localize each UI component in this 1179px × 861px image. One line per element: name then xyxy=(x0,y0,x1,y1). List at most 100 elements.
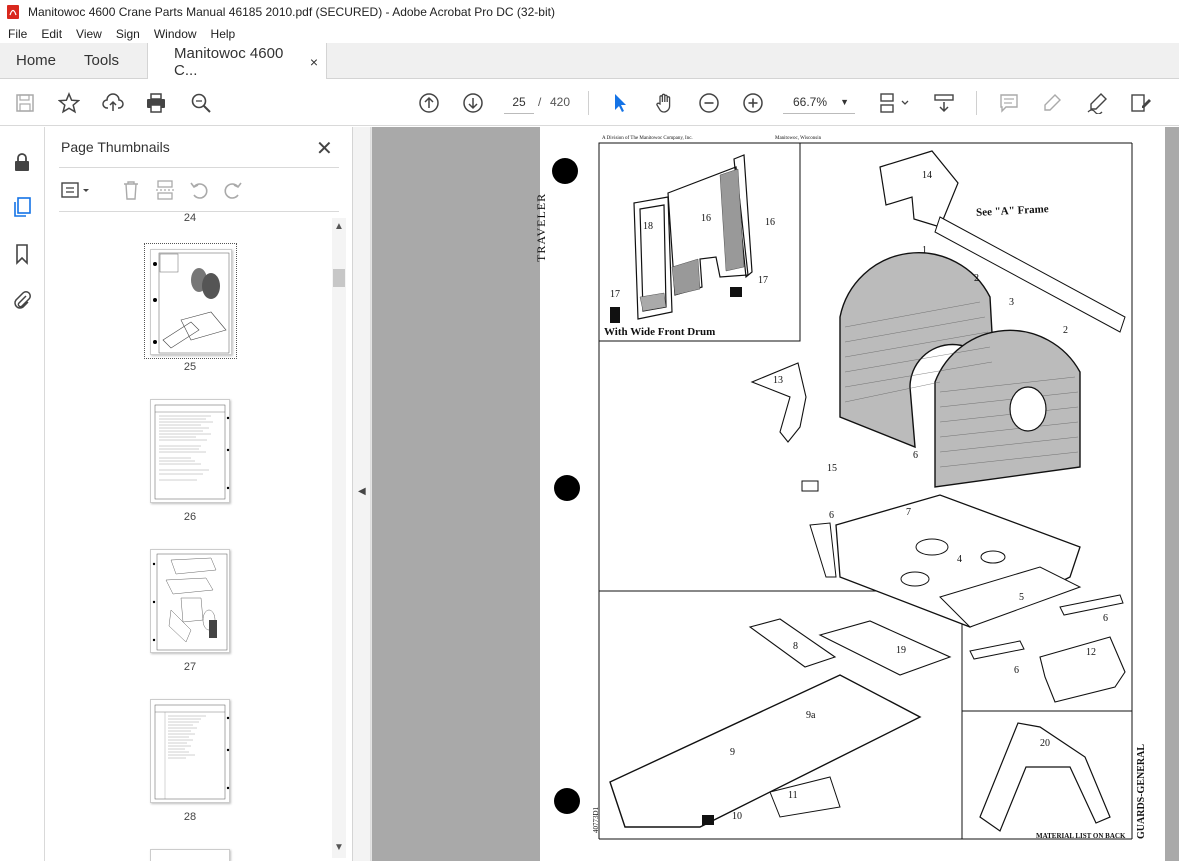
callout-10: 10 xyxy=(732,811,742,822)
thumbnail-page-26[interactable] xyxy=(150,399,230,503)
callout-18: 18 xyxy=(643,221,653,232)
panel-scroll-thumb[interactable] xyxy=(333,269,345,287)
callout-14: 14 xyxy=(922,170,932,181)
page-total: 420 xyxy=(550,95,571,109)
callout-13: 13 xyxy=(773,375,783,386)
page-header-right: Manitowoc, Wisconsin xyxy=(775,136,822,141)
callout-16b: 16 xyxy=(765,217,775,228)
bookmark-icon[interactable] xyxy=(10,242,34,266)
thumbnail-label-28: 28 xyxy=(183,811,197,823)
viewer-margin-right xyxy=(1165,127,1179,861)
star-icon[interactable] xyxy=(57,91,81,115)
thumbnail-label-25: 25 xyxy=(183,361,197,373)
save-icon[interactable] xyxy=(13,91,37,115)
section-label: GUARDS-GENERAL xyxy=(1136,743,1147,839)
callout-16: 16 xyxy=(701,213,711,224)
thumbnail-page-28[interactable] xyxy=(150,699,230,803)
next-page-icon[interactable] xyxy=(461,91,485,115)
tab-document-label: Manitowoc 4600 C... xyxy=(174,44,284,79)
callout-1: 1 xyxy=(922,245,927,256)
upload-cloud-icon[interactable] xyxy=(101,91,125,115)
scroll-up-arrow-icon[interactable]: ▲ xyxy=(333,221,345,232)
callout-6b: 6 xyxy=(829,510,834,521)
select-cursor-icon[interactable] xyxy=(608,91,632,115)
callout-5: 5 xyxy=(1019,592,1024,603)
close-tab-icon[interactable]: × xyxy=(310,54,318,70)
left-rail xyxy=(0,127,45,861)
pdf-page: A Division of The Manitowoc Company, Inc… xyxy=(534,127,1165,861)
thumbnail-page-29-partial[interactable] xyxy=(150,849,230,861)
callout-6c: 6 xyxy=(1103,613,1108,624)
zoom-select[interactable]: 66.7% ▼ xyxy=(783,90,855,114)
edit-pdf-icon[interactable] xyxy=(1128,91,1152,115)
callout-17: 17 xyxy=(610,289,620,300)
thumbnail-label-26: 26 xyxy=(183,511,197,523)
viewer-margin xyxy=(372,127,540,861)
print-icon[interactable] xyxy=(144,91,168,115)
attachment-icon[interactable] xyxy=(10,288,34,312)
search-icon[interactable] xyxy=(189,91,213,115)
tab-tools[interactable]: Tools xyxy=(72,43,131,78)
callout-6: 6 xyxy=(913,450,918,461)
chevron-down-icon: ▼ xyxy=(840,96,849,107)
binder-hole xyxy=(552,158,578,184)
callout-2: 2 xyxy=(974,273,979,284)
binder-hole xyxy=(554,788,580,814)
scroll-down-arrow-icon[interactable]: ▼ xyxy=(333,842,345,853)
scroll-mode-icon[interactable] xyxy=(932,91,956,115)
rotate-clockwise-icon[interactable] xyxy=(222,179,244,201)
menu-help[interactable]: Help xyxy=(204,27,243,41)
collapse-arrow-icon[interactable]: ◀ xyxy=(358,486,366,497)
close-panel-icon[interactable]: ✕ xyxy=(316,136,333,161)
callout-3: 3 xyxy=(1009,297,1014,308)
page-display-icon[interactable] xyxy=(876,91,912,115)
thumbnail-options-icon[interactable] xyxy=(60,179,92,201)
page-number-input[interactable] xyxy=(504,90,534,114)
comment-icon[interactable] xyxy=(997,91,1021,115)
menu-edit[interactable]: Edit xyxy=(34,27,69,41)
callout-9: 9 xyxy=(730,747,735,758)
material-list-note: MATERIAL LIST ON BACK xyxy=(1036,832,1126,840)
hand-tool-icon[interactable] xyxy=(653,91,677,115)
sign-pen-icon[interactable] xyxy=(1085,91,1109,115)
callout-9a: 9a xyxy=(806,710,816,721)
vertical-heading: TRAVELER xyxy=(534,192,548,262)
menu-file[interactable]: File xyxy=(0,27,34,41)
zoom-out-icon[interactable] xyxy=(697,91,721,115)
document-code: 40773D1 xyxy=(592,806,600,833)
callout-2b: 2 xyxy=(1063,325,1068,336)
highlight-icon[interactable] xyxy=(1040,91,1064,115)
callout-20: 20 xyxy=(1040,738,1050,749)
window-title: Manitowoc 4600 Crane Parts Manual 46185 … xyxy=(28,5,555,19)
parts-drawing xyxy=(598,142,1133,840)
menu-bar: File Edit View Sign Window Help xyxy=(0,24,1179,43)
extract-page-icon[interactable] xyxy=(154,179,176,201)
callout-8: 8 xyxy=(793,641,798,652)
rotate-counterclockwise-icon[interactable] xyxy=(188,179,210,201)
tab-document[interactable]: Manitowoc 4600 C... × xyxy=(147,43,328,80)
callout-19: 19 xyxy=(896,645,906,656)
callout-15: 15 xyxy=(827,463,837,474)
toolbar-divider-2 xyxy=(976,91,977,115)
callout-7: 7 xyxy=(906,507,911,518)
zoom-in-icon[interactable] xyxy=(741,91,765,115)
binder-hole xyxy=(554,475,580,501)
previous-page-icon[interactable] xyxy=(417,91,441,115)
thumbnail-label-27: 27 xyxy=(183,661,197,673)
menu-window[interactable]: Window xyxy=(147,27,204,41)
delete-page-icon[interactable] xyxy=(120,179,142,201)
menu-view[interactable]: View xyxy=(69,27,109,41)
thumbnail-page-27[interactable] xyxy=(150,549,230,653)
page-separator: / xyxy=(538,95,542,109)
callout-4: 4 xyxy=(957,554,962,565)
thumbnail-page-25[interactable] xyxy=(150,249,232,355)
callout-6d: 6 xyxy=(1014,665,1019,676)
menu-sign[interactable]: Sign xyxy=(109,27,147,41)
pages-icon[interactable] xyxy=(10,195,34,219)
tab-home[interactable]: Home xyxy=(0,43,72,78)
panel-title: Page Thumbnails xyxy=(61,139,170,155)
toolbar-divider xyxy=(588,91,589,115)
thumbnail-label-partial: 24 xyxy=(183,212,197,222)
lock-icon[interactable] xyxy=(10,150,34,174)
panel-scrollbar[interactable] xyxy=(332,218,346,858)
